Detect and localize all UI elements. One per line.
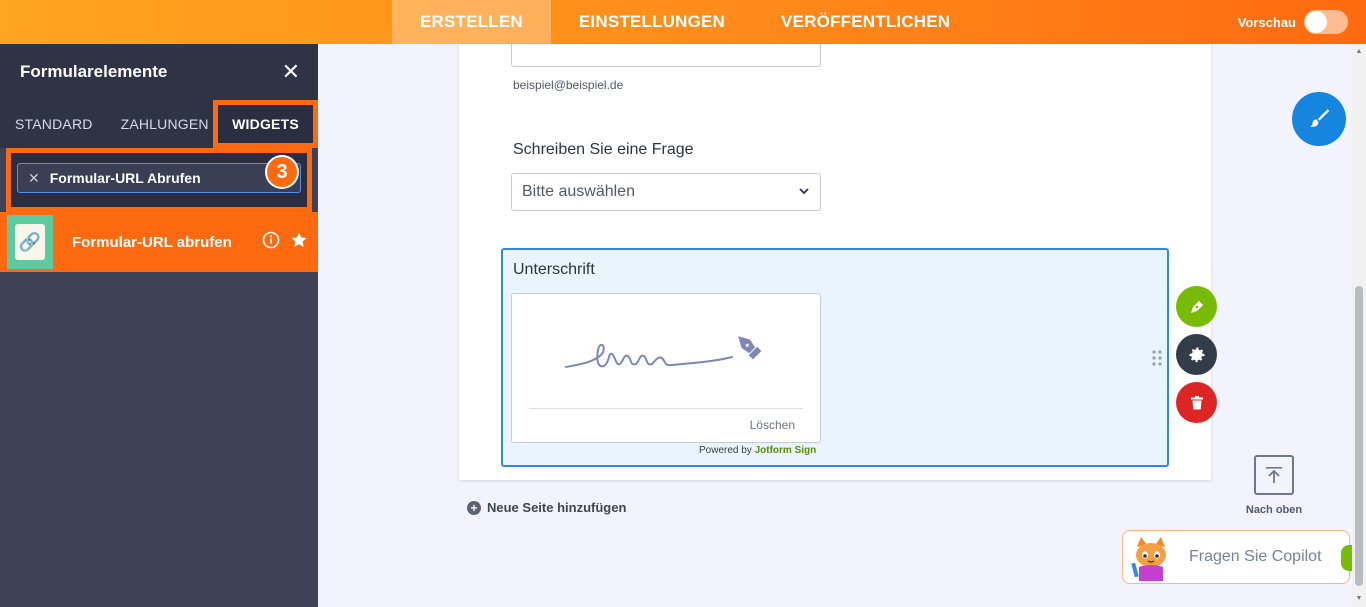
powered-prefix: Powered by: [699, 445, 752, 456]
copilot-label: Fragen Sie Copilot: [1189, 548, 1322, 565]
email-input[interactable]: [511, 44, 821, 67]
sidebar-header: Formularelemente ✕: [0, 44, 318, 100]
signature-field[interactable]: Unterschrift Löschen Powered by Jotform …: [501, 248, 1169, 467]
chevron-down-icon: [799, 188, 809, 195]
gear-icon[interactable]: [1176, 334, 1217, 375]
signature-placeholder-icon: [565, 336, 762, 368]
clear-signature-button[interactable]: Löschen: [750, 418, 795, 432]
signature-label: Unterschrift: [513, 261, 595, 278]
widget-result-label: Formular-URL abrufen: [72, 233, 232, 251]
tab-veroeffentlichen[interactable]: VERÖFFENTLICHEN: [753, 0, 978, 44]
drag-handle-icon[interactable]: [1152, 350, 1162, 366]
pen-icon[interactable]: [1176, 286, 1217, 327]
add-page-label: Neue Seite hinzufügen: [487, 500, 627, 515]
sidebar-tabs: STANDARD ZAHLUNGEN WIDGETS: [0, 100, 318, 148]
dropdown-select[interactable]: Bitte auswählen: [511, 173, 821, 211]
preview-label: Vorschau: [1237, 14, 1296, 30]
step-badge: 3: [265, 155, 299, 189]
sidebar-title: Formularelemente: [20, 62, 168, 81]
scroll-up-icon[interactable]: ▲: [1355, 48, 1363, 56]
tab-standard[interactable]: STANDARD: [0, 100, 106, 148]
plus-icon: +: [467, 500, 481, 515]
clear-search-icon[interactable]: ✕: [28, 170, 40, 187]
form-elements-sidebar: Formularelemente ✕ STANDARD ZAHLUNGEN WI…: [0, 44, 318, 607]
star-icon[interactable]: [290, 231, 308, 254]
preview-toggle[interactable]: [1304, 10, 1348, 34]
trash-icon[interactable]: [1176, 382, 1217, 423]
signature-pad[interactable]: Löschen: [511, 293, 821, 443]
tab-payments[interactable]: ZAHLUNGEN: [106, 100, 222, 148]
search-value: Formular-URL Abrufen: [49, 170, 201, 186]
tab-einstellungen[interactable]: EINSTELLUNGEN: [551, 0, 753, 44]
form-card: beispiel@beispiel.de Schreiben Sie eine …: [459, 44, 1211, 480]
copilot-avatar: [1123, 530, 1179, 584]
toggle-knob: [1305, 11, 1327, 33]
scrollbar-thumb[interactable]: [1355, 286, 1363, 586]
signature-baseline: [529, 408, 803, 409]
preview-control: Vorschau: [1238, 0, 1348, 44]
top-nav: ERSTELLEN EINSTELLUNGEN VERÖFFENTLICHEN: [392, 0, 978, 44]
select-value: Bitte auswählen: [522, 183, 635, 200]
scroll-down-icon[interactable]: ▼: [1355, 595, 1363, 603]
field-actions: [1176, 286, 1217, 430]
close-icon[interactable]: ✕: [282, 61, 300, 83]
powered-brand: Jotform Sign: [754, 445, 817, 456]
info-icon[interactable]: [262, 231, 280, 254]
top-bar: ERSTELLEN EINSTELLUNGEN VERÖFFENTLICHEN …: [0, 0, 1366, 44]
widget-search-area: ✕ Formular-URL Abrufen 3: [6, 148, 312, 212]
arrow-up-icon: [1254, 455, 1294, 495]
email-sublabel: beispiel@beispiel.de: [513, 78, 624, 92]
widget-search-input[interactable]: ✕ Formular-URL Abrufen: [17, 163, 301, 193]
powered-by: Powered by Jotform Sign: [699, 445, 816, 456]
widget-result-item[interactable]: 🔗 Formular-URL abrufen: [0, 212, 318, 272]
tab-widgets[interactable]: WIDGETS: [213, 100, 318, 148]
page-scrollbar[interactable]: ▲ ▼: [1352, 44, 1366, 607]
back-to-top-label: Nach oben: [1245, 504, 1303, 516]
question-label: Schreiben Sie eine Frage: [513, 141, 694, 158]
link-pin-icon: 🔗: [15, 224, 45, 260]
tab-erstellen[interactable]: ERSTELLEN: [392, 0, 551, 44]
add-page-button[interactable]: + Neue Seite hinzufügen: [467, 500, 626, 515]
paint-brush-icon[interactable]: [1292, 92, 1346, 146]
widget-thumbnail: 🔗: [7, 215, 53, 269]
copilot-button[interactable]: Fragen Sie Copilot: [1122, 530, 1357, 584]
back-to-top-button[interactable]: Nach oben: [1238, 455, 1310, 516]
